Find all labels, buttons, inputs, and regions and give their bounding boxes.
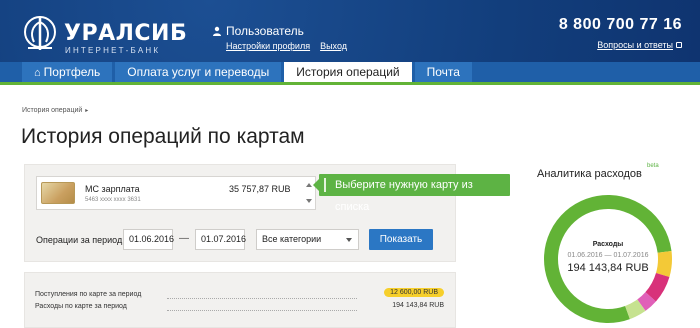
tab-label: Оплата услуг и переводы — [127, 65, 270, 79]
donut-segment[interactable] — [542, 193, 674, 325]
card-list-scroll[interactable] — [306, 180, 312, 206]
profile-settings-link[interactable]: Настройки профиля — [226, 41, 310, 51]
user-icon — [213, 26, 221, 36]
income-value: 12 600,00 RUB — [384, 288, 444, 297]
category-select[interactable]: Все категории — [256, 229, 359, 250]
date-separator: — — [179, 233, 189, 244]
faq-link[interactable]: Вопросы и ответы — [597, 40, 673, 50]
income-label: Поступления по карте за период — [35, 291, 142, 298]
tab-portfolio[interactable]: ⌂ Портфель — [22, 62, 113, 82]
user-block: Пользователь — [212, 24, 304, 38]
uralsib-logo[interactable]: УРАЛСИБ ИНТЕРНЕТ-БАНК — [22, 10, 187, 55]
date-from-input[interactable]: 01.06.2016 — [123, 229, 174, 250]
breadcrumb-item[interactable]: История операций — [22, 107, 82, 114]
category-value: Все категории — [262, 234, 322, 244]
page-title: История операций по картам — [21, 125, 305, 148]
help-block: Вопросы и ответы — [597, 40, 682, 50]
tab-label: Портфель — [43, 65, 101, 79]
user-links: Настройки профиля Выход — [226, 41, 357, 51]
donut-center-label: Расходы — [592, 241, 624, 248]
date-to-input[interactable]: 01.07.2016 — [195, 229, 246, 250]
donut-segment[interactable] — [542, 193, 674, 325]
tab-payments[interactable]: Оплата услуг и переводы — [115, 62, 282, 82]
card-thumbnail — [41, 182, 75, 204]
expense-value: 194 143,84 RUB — [392, 302, 444, 309]
analytics-title: Аналитика расходов — [537, 168, 642, 180]
donut-segment[interactable] — [542, 193, 674, 325]
period-summary: Поступления по карте за период 12 600,00… — [24, 272, 456, 328]
donut-center-period: 01.06.2016 — 01.07.2016 — [567, 252, 649, 259]
beta-badge: beta — [647, 163, 659, 169]
tab-history[interactable]: История операций — [284, 62, 412, 82]
period-label: Операции за период — [36, 235, 123, 245]
scroll-down-icon[interactable] — [306, 199, 312, 203]
dotted-leader — [167, 310, 357, 311]
dotted-leader — [167, 298, 357, 299]
chevron-down-icon — [346, 238, 352, 242]
logout-link[interactable]: Выход — [320, 41, 347, 51]
brand-subtitle: ИНТЕРНЕТ-БАНК — [65, 46, 161, 55]
tab-label: История операций — [296, 65, 400, 79]
hotline-phone: 8 800 700 77 16 — [558, 16, 682, 33]
external-link-icon — [676, 42, 682, 48]
expense-row: Расходы по карте за период 194 143,84 RU… — [35, 302, 449, 314]
card-number: 5463 xxxx xxxx 3631 — [85, 197, 141, 203]
user-name: Пользователь — [226, 24, 304, 38]
card-balance: 35 757,87 RUB — [229, 184, 291, 194]
logo-emblem-icon — [24, 16, 56, 50]
show-button[interactable]: Показать — [369, 229, 433, 250]
header: УРАЛСИБ ИНТЕРНЕТ-БАНК Пользователь Настр… — [0, 0, 700, 62]
tooltip-accent — [324, 178, 326, 192]
breadcrumb: История операций ▸ — [22, 107, 88, 114]
tab-mail[interactable]: Почта — [414, 62, 472, 82]
card-selector[interactable]: МС зарплата 35 757,87 RUB 5463 xxxx xxxx… — [36, 176, 316, 210]
card-name: МС зарплата — [85, 184, 140, 194]
home-icon: ⌂ — [34, 67, 41, 79]
donut-segment[interactable] — [542, 193, 674, 325]
donut-segment[interactable] — [542, 193, 674, 325]
main-nav: ⌂ Портфель Оплата услуг и переводы Истори… — [0, 62, 700, 85]
scroll-up-icon[interactable] — [306, 183, 312, 187]
tab-label: Почта — [426, 65, 460, 79]
breadcrumb-arrow-icon: ▸ — [85, 108, 89, 114]
card-hint-tooltip: Выберите нужную карту из списка — [313, 174, 510, 213]
income-row: Поступления по карте за период 12 600,00… — [35, 288, 449, 302]
expense-label: Расходы по карте за период — [35, 303, 127, 310]
brand-name: УРАЛСИБ — [64, 21, 188, 46]
expense-donut-chart[interactable] — [542, 193, 674, 325]
donut-center-amount: 194 143,84 RUB — [567, 262, 649, 274]
